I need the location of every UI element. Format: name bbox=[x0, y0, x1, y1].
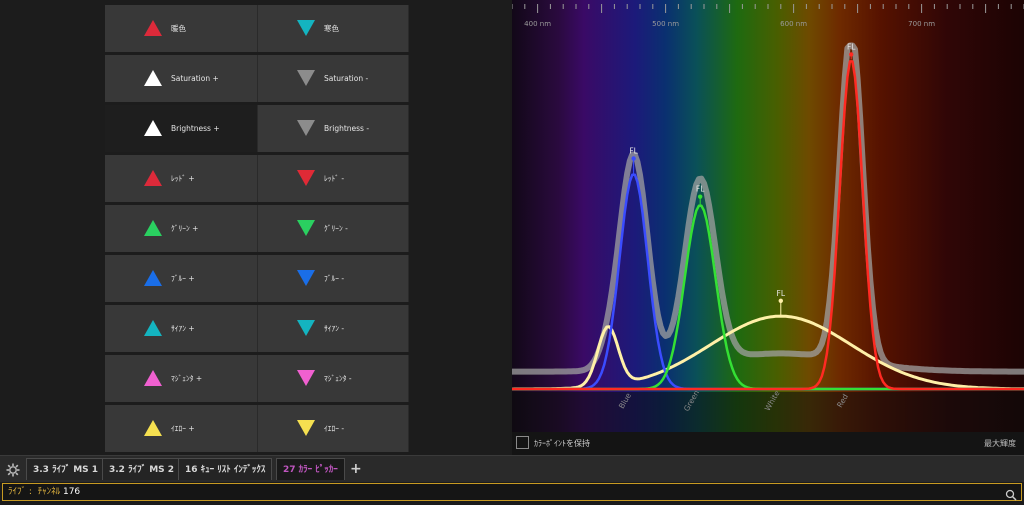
fl-marker-dot bbox=[631, 156, 636, 161]
tab-cue-list-index[interactable]: 16 ｷｭｰ ﾘｽﾄ ｲﾝﾃﾞｯｸｽ bbox=[178, 458, 273, 480]
add-tab-button[interactable]: + bbox=[350, 459, 362, 479]
color-button-13[interactable]: ｻｲｱﾝ - bbox=[258, 305, 409, 352]
color-button-label: Saturation - bbox=[324, 74, 369, 83]
color-button-11[interactable]: ﾌﾞﾙｰ - bbox=[258, 255, 409, 302]
tab-bar: 3.3 ﾗｲﾌﾞ MS 1 3.2 ﾗｲﾌﾞ MS 2 16 ｷｭｰ ﾘｽﾄ ｲ… bbox=[0, 455, 1024, 482]
fl-marker-dot bbox=[697, 194, 703, 199]
tab-live-ms2[interactable]: 3.2 ﾗｲﾌﾞ MS 2 bbox=[102, 458, 182, 480]
color-button-label: Brightness - bbox=[324, 124, 370, 133]
command-value: 176 bbox=[62, 487, 81, 497]
keep-color-point-label: ｶﾗｰﾎﾟｲﾝﾄを保持 bbox=[534, 439, 590, 448]
color-button-7[interactable]: ﾚｯﾄﾞ - bbox=[258, 155, 409, 202]
color-button-label: ｸﾞﾘｰﾝ - bbox=[324, 224, 348, 233]
triangle-up-icon bbox=[144, 370, 162, 386]
color-button-15[interactable]: ﾏｼﾞｪﾝﾀ - bbox=[258, 355, 409, 402]
fl-marker-label: FL bbox=[847, 42, 856, 51]
color-button-4[interactable]: Brightness + bbox=[105, 105, 258, 152]
color-button-label: 暖色 bbox=[171, 24, 186, 33]
triangle-up-icon bbox=[144, 70, 162, 86]
keep-color-point-checkbox[interactable] bbox=[516, 436, 529, 449]
color-button-label: ｲｴﾛｰ - bbox=[324, 424, 345, 433]
color-button-label: 寒色 bbox=[324, 24, 339, 33]
color-button-label: ｻｲｱﾝ - bbox=[324, 324, 345, 333]
triangle-up-icon bbox=[144, 320, 162, 336]
color-button-label: Brightness + bbox=[171, 124, 220, 133]
color-button-9[interactable]: ｸﾞﾘｰﾝ - bbox=[258, 205, 409, 252]
triangle-down-icon bbox=[297, 120, 315, 136]
search-icon[interactable] bbox=[1005, 486, 1017, 505]
axis-tick-label: 700 nm bbox=[908, 20, 935, 28]
triangle-down-icon bbox=[297, 170, 315, 186]
color-button-label: ﾌﾞﾙｰ - bbox=[324, 274, 345, 283]
color-button-1[interactable]: 寒色 bbox=[258, 5, 409, 52]
color-button-label: ｸﾞﾘｰﾝ + bbox=[171, 224, 199, 233]
color-button-label: ﾌﾞﾙｰ + bbox=[171, 274, 195, 283]
color-button-3[interactable]: Saturation - bbox=[258, 55, 409, 102]
triangle-up-icon bbox=[144, 420, 162, 436]
color-button-16[interactable]: ｲｴﾛｰ + bbox=[105, 405, 258, 452]
triangle-up-icon bbox=[144, 20, 162, 36]
triangle-down-icon bbox=[297, 220, 315, 236]
gear-icon[interactable] bbox=[6, 462, 20, 481]
fl-marker-label: FL bbox=[777, 289, 786, 298]
color-button-17[interactable]: ｲｴﾛｰ - bbox=[258, 405, 409, 452]
spectrum-display[interactable]: 400 nm 500 nm 600 nm 700 nm FL FL FL FL Blue Gree… bbox=[511, 0, 1024, 432]
spectrum-footer: ｶﾗｰﾎﾟｲﾝﾄを保持 最大輝度 bbox=[512, 432, 1024, 455]
command-prompt: ﾗｲﾌﾞ : ﾁｬﾝﾈﾙ bbox=[8, 487, 63, 497]
color-button-label: ｲｴﾛｰ + bbox=[171, 424, 195, 433]
color-button-8[interactable]: ｸﾞﾘｰﾝ + bbox=[105, 205, 258, 252]
triangle-up-icon bbox=[144, 120, 162, 136]
color-button-14[interactable]: ﾏｼﾞｪﾝﾀ + bbox=[105, 355, 258, 402]
color-button-label: ﾚｯﾄﾞ - bbox=[324, 174, 345, 183]
command-line[interactable]: ﾗｲﾌﾞ : ﾁｬﾝﾈﾙ 176 bbox=[2, 483, 1022, 501]
color-button-label: ｻｲｱﾝ + bbox=[171, 324, 195, 333]
triangle-down-icon bbox=[297, 370, 315, 386]
axis-tick-label: 400 nm bbox=[524, 20, 551, 28]
color-button-12[interactable]: ｻｲｱﾝ + bbox=[105, 305, 258, 352]
triangle-down-icon bbox=[297, 70, 315, 86]
color-button-label: ﾚｯﾄﾞ + bbox=[171, 174, 195, 183]
triangle-up-icon bbox=[144, 170, 162, 186]
color-button-2[interactable]: Saturation + bbox=[105, 55, 258, 102]
axis-tick-label: 600 nm bbox=[780, 20, 807, 28]
triangle-down-icon bbox=[297, 20, 315, 36]
triangle-down-icon bbox=[297, 320, 315, 336]
color-button-panel: 暖色 寒色 Saturation + Saturation - Brightness +… bbox=[0, 0, 510, 455]
color-button-10[interactable]: ﾌﾞﾙｰ + bbox=[105, 255, 258, 302]
triangle-down-icon bbox=[297, 270, 315, 286]
triangle-down-icon bbox=[297, 420, 315, 436]
spectrum-graph[interactable]: 400 nm 500 nm 600 nm 700 nmFLFLFLFLBlue Gree… bbox=[511, 0, 1024, 432]
fl-marker-label: FL bbox=[696, 185, 705, 194]
triangle-up-icon bbox=[144, 220, 162, 236]
color-button-label: ﾏｼﾞｪﾝﾀ + bbox=[171, 374, 203, 383]
fl-marker-dot bbox=[778, 298, 783, 303]
color-button-label: Saturation + bbox=[171, 74, 219, 83]
color-button-6[interactable]: ﾚｯﾄﾞ + bbox=[105, 155, 258, 202]
tab-color-picker[interactable]: 27 ｶﾗｰ ﾋﾟｯｶｰ bbox=[276, 458, 345, 480]
axis-tick-label: 500 nm bbox=[652, 20, 679, 28]
tab-live-ms1[interactable]: 3.3 ﾗｲﾌﾞ MS 1 bbox=[26, 458, 106, 480]
color-button-0[interactable]: 暖色 bbox=[105, 5, 258, 52]
fl-marker-dot bbox=[849, 52, 854, 57]
color-button-label: ﾏｼﾞｪﾝﾀ - bbox=[324, 374, 352, 383]
fl-marker-label: FL bbox=[629, 147, 638, 156]
command-line-text: ﾗｲﾌﾞ : ﾁｬﾝﾈﾙ 176 bbox=[8, 484, 80, 500]
color-button-5[interactable]: Brightness - bbox=[258, 105, 409, 152]
triangle-up-icon bbox=[144, 270, 162, 286]
max-brightness-label[interactable]: 最大輝度 bbox=[984, 432, 1016, 455]
